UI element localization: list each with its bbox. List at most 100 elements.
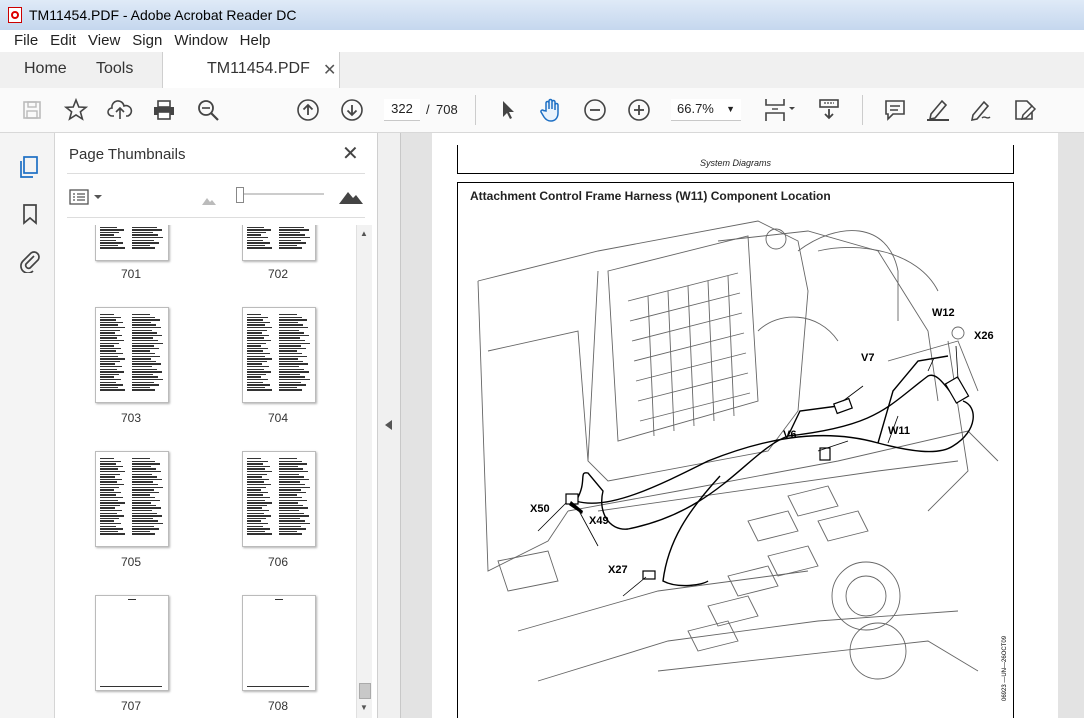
thumbnail-options-menu[interactable] <box>69 189 105 208</box>
thumbnail-text-line <box>279 247 302 249</box>
bookmark-star-icon[interactable] <box>62 96 90 124</box>
zoom-level-value: 66.7% <box>677 101 714 116</box>
menu-edit[interactable]: Edit <box>44 30 82 51</box>
scroll-mode-icon[interactable] <box>815 96 843 124</box>
thumbnail-text-line <box>279 463 307 465</box>
thumbnail-text-line <box>132 386 150 389</box>
thumbnail-text-line <box>132 468 156 470</box>
print-icon[interactable] <box>150 96 178 124</box>
menu-window[interactable]: Window <box>168 30 233 51</box>
page-thumbnail[interactable] <box>242 451 316 547</box>
thumbnail-text-line <box>100 463 116 465</box>
menu-file[interactable]: File <box>8 30 44 51</box>
thumbnail-text-line <box>132 473 152 475</box>
thumbnail-text-line <box>100 358 125 360</box>
thumbnail-text-line <box>279 334 309 337</box>
thumbnail-text-line <box>132 471 161 473</box>
callout-x27: X27 <box>608 564 628 576</box>
callout-v7: V7 <box>861 352 874 364</box>
thumbnail-text-line <box>132 458 150 460</box>
thumbnail-text-line <box>279 360 303 363</box>
highlight-pen-icon[interactable] <box>924 96 952 124</box>
thumbnail-scrollbar[interactable]: ▲ ▼ <box>356 225 372 718</box>
thumbnail-text-line <box>279 316 302 318</box>
thumbnail-text-line <box>247 528 270 530</box>
save-icon[interactable] <box>18 96 46 124</box>
thumbnail-text-line <box>247 489 261 491</box>
collapse-arrow-icon[interactable] <box>385 420 392 430</box>
comment-icon[interactable] <box>881 96 909 124</box>
zoom-out-icon[interactable] <box>581 96 609 124</box>
upload-cloud-icon[interactable] <box>106 96 134 124</box>
thumbnail-text-line <box>247 530 265 533</box>
thumbnail-text-line <box>100 316 121 318</box>
slider-handle[interactable] <box>236 187 244 203</box>
page-thumbnail[interactable] <box>95 307 169 403</box>
page-thumbnail[interactable] <box>95 595 169 691</box>
tab-home[interactable]: Home <box>24 60 67 78</box>
attachments-paperclip-icon[interactable] <box>19 249 41 276</box>
small-mountain-icon <box>202 193 216 208</box>
menu-sign[interactable]: Sign <box>126 30 168 51</box>
thumbnail-text-line <box>132 476 157 478</box>
thumbnail-text-line <box>100 520 114 522</box>
fit-page-icon[interactable] <box>762 96 798 124</box>
thumbnail-text-line <box>100 530 118 533</box>
thumbnail-text-line <box>279 358 298 360</box>
thumbnail-text-line <box>247 355 265 357</box>
thumbnail-text-line <box>100 484 124 486</box>
panel-collapse-strip[interactable] <box>378 133 401 718</box>
thumbnail-text-line <box>279 386 297 389</box>
document-view[interactable]: System Diagrams Attachment Control Frame… <box>401 133 1084 718</box>
menu-view[interactable]: View <box>82 30 126 51</box>
close-panel-icon[interactable]: ✕ <box>342 141 359 166</box>
thumbnail-text-line <box>100 231 119 234</box>
scroll-up-arrow-icon[interactable]: ▲ <box>360 229 368 238</box>
thumbnail-text-line <box>279 321 298 324</box>
page-thumbnail[interactable] <box>95 225 169 261</box>
search-zoom-icon[interactable] <box>194 96 222 124</box>
thumbnail-text-line <box>132 460 155 462</box>
hand-tool-icon[interactable] <box>537 96 565 124</box>
page-thumbnail[interactable] <box>242 225 316 261</box>
zoom-in-icon[interactable] <box>625 96 653 124</box>
scrollbar-thumb[interactable] <box>359 683 371 699</box>
thumbnail-text-line <box>100 515 124 517</box>
thumbnail-text-line <box>247 473 267 475</box>
tab-tools[interactable]: Tools <box>96 60 133 78</box>
page-separator: / <box>426 102 430 117</box>
thumbnail-text-line <box>132 347 159 350</box>
thumbnail-text-line <box>279 373 300 376</box>
page-thumbnails-icon[interactable] <box>18 155 40 182</box>
thumbnail-text-line <box>100 478 122 481</box>
tab-document[interactable]: TM11454.PDF ✕ <box>162 52 340 89</box>
large-mountain-icon <box>339 188 363 207</box>
thumbnail-text-line <box>247 358 272 360</box>
page-thumbnail[interactable] <box>242 595 316 691</box>
thumbnail-text-line <box>132 384 159 386</box>
thumbnail-text-line <box>100 229 124 231</box>
thumbnail-text-line <box>279 460 302 462</box>
thumbnail-footer-mark <box>247 686 309 687</box>
thumbnail-size-slider[interactable] <box>236 193 324 195</box>
thumbnail-text-line <box>247 463 263 465</box>
callout-w12: W12 <box>932 307 955 319</box>
page-number-input[interactable]: 322 <box>384 99 420 121</box>
page-thumbnail[interactable] <box>242 307 316 403</box>
thumbnail-text-line <box>132 337 153 339</box>
next-page-icon[interactable] <box>338 96 366 124</box>
thumbnail-text-line <box>100 353 123 355</box>
page-thumbnail[interactable] <box>95 451 169 547</box>
bookmarks-icon[interactable] <box>21 203 39 228</box>
fill-sign-icon[interactable] <box>1011 96 1039 124</box>
sign-icon[interactable] <box>967 96 995 124</box>
thumbnail-text-line <box>279 368 304 370</box>
scroll-down-arrow-icon[interactable]: ▼ <box>360 703 368 712</box>
previous-page-icon[interactable] <box>294 96 322 124</box>
close-tab-icon[interactable]: ✕ <box>323 60 336 80</box>
thumbnail-text-line <box>100 350 116 352</box>
zoom-level-select[interactable]: 66.7% ▼ <box>671 99 741 121</box>
thumbnail-text-line <box>247 340 271 342</box>
menu-help[interactable]: Help <box>234 30 277 51</box>
select-cursor-icon[interactable] <box>494 96 522 124</box>
